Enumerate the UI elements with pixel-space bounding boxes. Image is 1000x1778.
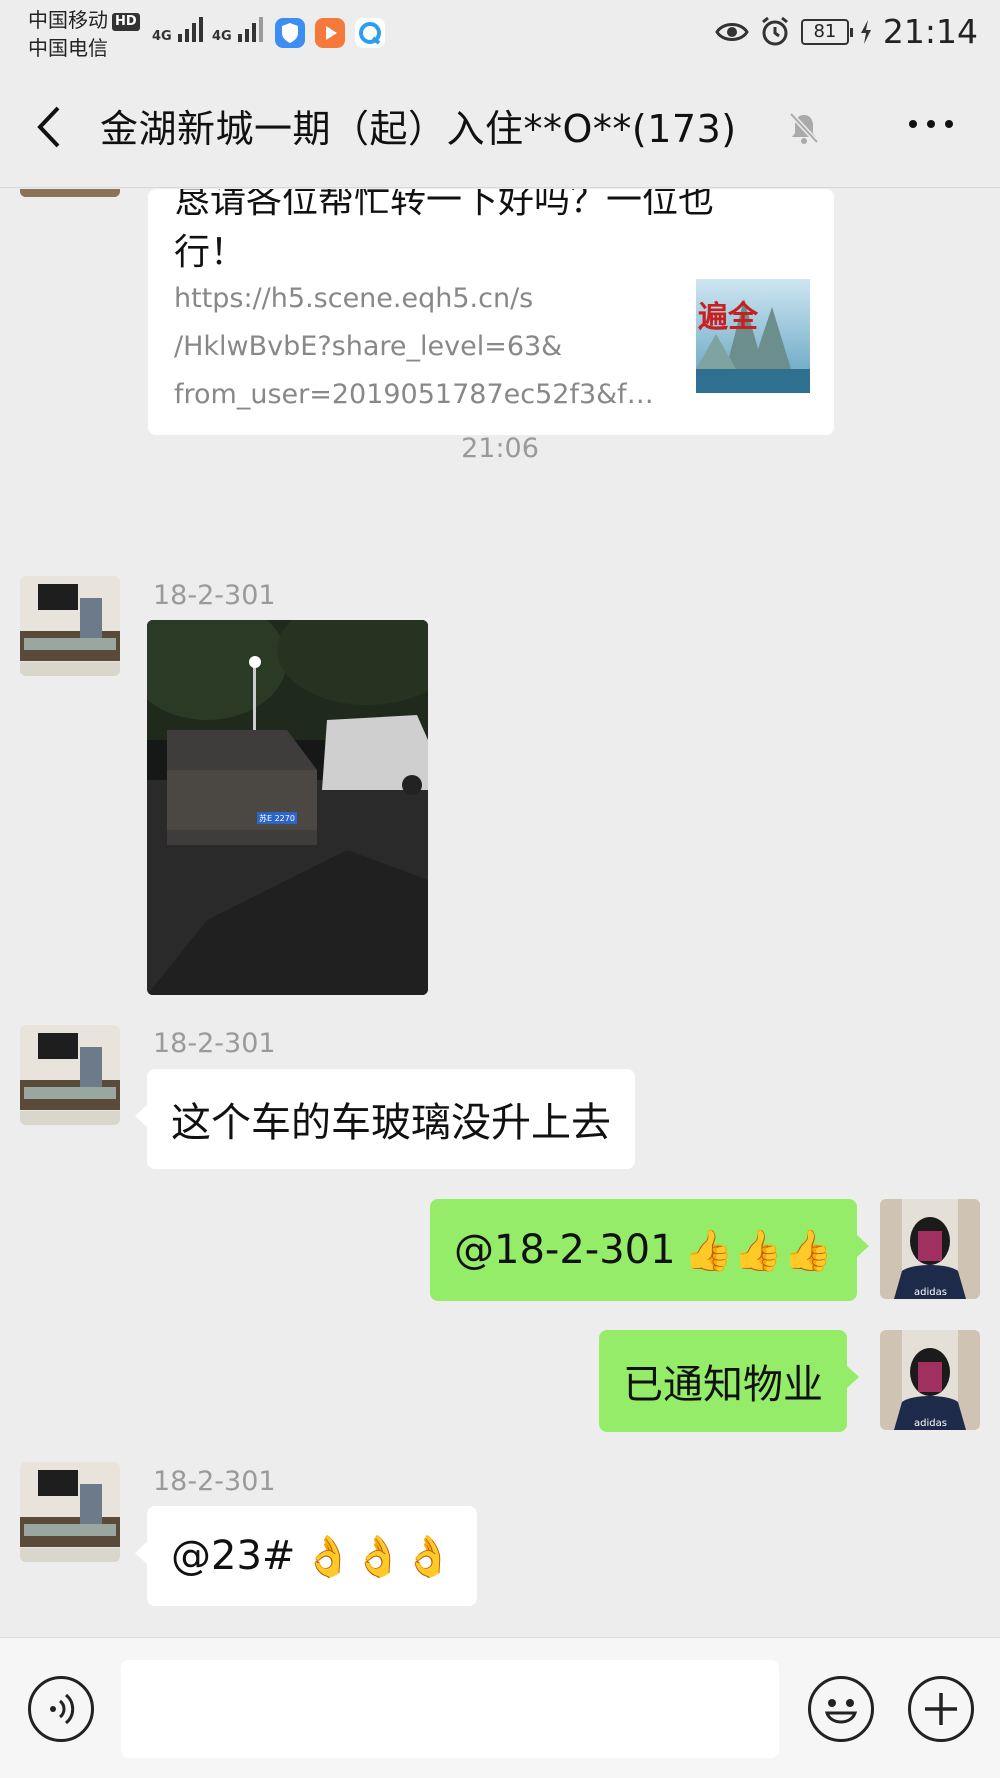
message-bubble[interactable]: 这个车的车玻璃没升上去 [135,1069,635,1169]
my-avatar[interactable]: adidas [880,1330,980,1430]
chat-area[interactable]: 恳请各位帮忙转一下好吗？一位也行！ https://h5.scene.eqh5.… [0,189,1000,1637]
message-text: 这个车的车玻璃没升上去 [171,1100,611,1146]
emoji-icon[interactable] [808,1676,874,1742]
charging-icon [860,19,871,44]
link-card-title: 恳请各位帮忙转一下好吗？一位也行！ [174,189,715,273]
avatar[interactable] [20,576,120,676]
svg-text:adidas: adidas [914,1418,947,1429]
message-text: @18-2-301 [454,1227,676,1273]
input-bar [0,1637,1000,1778]
more-icon[interactable] [906,114,956,134]
chat-title: 金湖新城一期（起）入住**O**(173) [100,107,737,151]
avatar[interactable] [20,1462,120,1562]
link-url-line: /HklwBvbE?share_level=63& [174,331,563,362]
link-card-url: https://h5.scene.eqh5.cn/s /HklwBvbE?sha… [174,275,664,419]
browser-app-icon [355,18,385,48]
carrier-info: 中国移动 HD 中国电信 [28,6,140,62]
ok-hand-emoji: 👌👌👌 [303,1533,453,1580]
message-text: @23# [171,1533,296,1579]
carrier-2: 中国电信 [28,36,108,60]
chat-header: 金湖新城一期（起）入住**O**(173) [0,70,1000,188]
plus-icon[interactable] [908,1676,974,1742]
voice-icon[interactable] [28,1676,94,1742]
link-url-line: https://h5.scene.eqh5.cn/s [174,283,534,314]
sender-name: 18-2-301 [153,580,276,611]
svg-text:遍全: 遍全 [698,300,759,334]
signal-icon-1: 4G [152,14,208,44]
status-bar: 中国移动 HD 中国电信 4G 4G 81 21:14 [0,0,1000,70]
shield-app-icon [275,18,305,48]
link-url-line: from_user=2019051787ec52f3&fro... [174,379,664,410]
link-card[interactable]: 恳请各位帮忙转一下好吗？一位也行！ https://h5.scene.eqh5.… [148,189,834,435]
avatar[interactable] [20,189,120,197]
clock: 21:14 [882,12,978,51]
message-text: 已通知物业 [623,1362,823,1408]
avatar[interactable] [20,1025,120,1125]
message-input[interactable] [121,1660,779,1758]
battery-indicator: 81 [800,18,853,45]
svg-text:adidas: adidas [914,1287,947,1298]
svg-text:苏E 2270: 苏E 2270 [259,813,295,823]
message-bubble-self[interactable]: @18-2-301 👍👍👍 [430,1199,869,1301]
sender-name: 18-2-301 [153,1028,276,1059]
message-bubble-self[interactable]: 已通知物业 [599,1330,859,1432]
time-divider: 21:06 [461,433,539,464]
mute-icon [789,112,819,144]
hd-badge: HD [112,13,140,31]
my-avatar[interactable]: adidas [880,1199,980,1299]
message-bubble[interactable]: @23# 👌👌👌 [135,1506,477,1606]
back-icon[interactable] [30,102,70,152]
alarm-icon [761,16,788,45]
link-thumbnail: 遍全 [696,279,810,393]
status-right: 81 21:14 [715,12,978,51]
carrier-1: 中国移动 [28,8,108,32]
video-app-icon [315,18,345,48]
image-message[interactable]: 苏E 2270 [147,620,428,995]
thumbs-up-emoji: 👍👍👍 [683,1227,833,1274]
eye-icon [715,22,749,41]
sender-name: 18-2-301 [153,1466,276,1497]
signal-icon-2: 4G [212,14,268,44]
